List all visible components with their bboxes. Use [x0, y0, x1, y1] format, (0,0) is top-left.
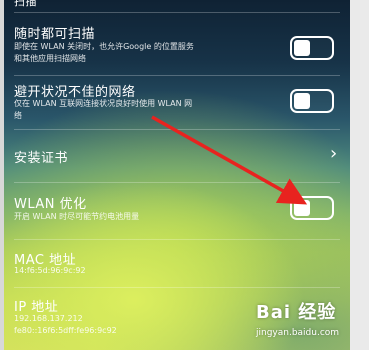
wlan-advanced-settings-screen: 扫描 随时都可扫描 即使在 WLAN 关闭时，也允许Google 的位置服务 和…: [4, 0, 350, 350]
arrow-line: [151, 115, 308, 205]
right-gutter: [350, 0, 369, 350]
watermark-url: jingyan.baidu.com: [256, 328, 340, 338]
watermark-brand: Bai 经验: [256, 302, 337, 323]
baidu-watermark: Bai 经验 jingyan.baidu.com: [250, 295, 350, 343]
